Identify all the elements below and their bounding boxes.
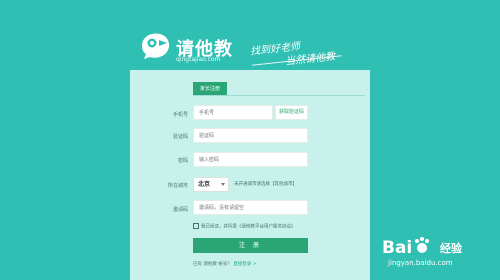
paw-icon xyxy=(415,237,429,253)
register-button[interactable]: 注 册 xyxy=(193,238,308,253)
parrot-logo-icon[interactable] xyxy=(138,30,172,60)
tab-divider xyxy=(193,95,365,96)
password-label: 密码 xyxy=(177,158,188,164)
brand-domain: qingtajiao.com xyxy=(176,56,221,63)
code-label: 验证码 xyxy=(172,134,188,140)
login-prompt: 已有 请他教 帐号？ xyxy=(193,262,232,267)
city-note: 未开通城市请选择【其他城市】 xyxy=(234,182,297,187)
chevron-down-icon[interactable] xyxy=(221,183,225,186)
phone-label: 手机号 xyxy=(172,112,188,118)
baidu-watermark-text: Bai xyxy=(382,238,413,258)
phone-input[interactable] xyxy=(193,105,273,120)
tab-parent-register[interactable]: 家长注册 xyxy=(193,82,227,95)
agreement-checkbox[interactable] xyxy=(193,223,199,229)
code-input[interactable] xyxy=(193,128,308,143)
city-label: 所在城市 xyxy=(167,183,188,189)
watermark-url: jingyan.baidu.com xyxy=(388,259,453,267)
invite-label: 邀请码 xyxy=(172,207,188,213)
password-input[interactable] xyxy=(193,152,308,167)
site-header: 请他教 qingtajiao.com 找到好老师 当然请他教 xyxy=(0,0,500,70)
invite-code-input[interactable] xyxy=(193,200,308,215)
agreement-row: 我已阅读，并同意《请他教平台用户服务协议》 xyxy=(193,223,296,230)
agreement-text[interactable]: 我已阅读，并同意《请他教平台用户服务协议》 xyxy=(201,225,296,230)
baidu-jingyan-text: 经验 xyxy=(440,242,462,255)
login-link[interactable]: 直接登录 > xyxy=(233,262,256,267)
get-code-button[interactable]: 获取验证码 xyxy=(275,105,308,120)
login-row: 已有 请他教 帐号？ 直接登录 > xyxy=(193,261,257,267)
